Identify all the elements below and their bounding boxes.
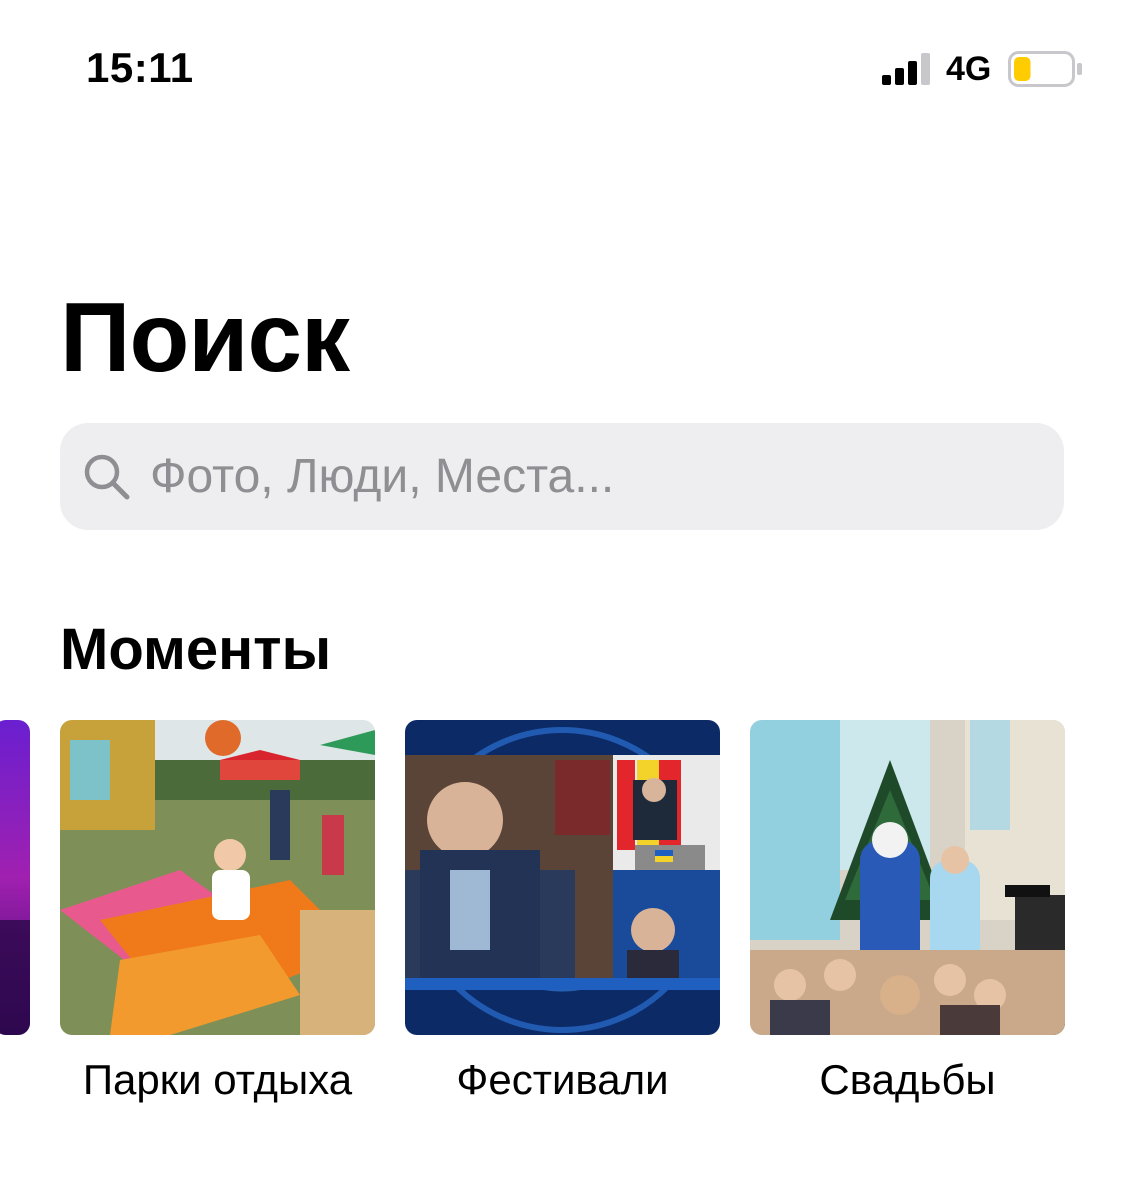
page-title: Поиск — [60, 282, 350, 392]
moment-thumbnail-parks[interactable] — [60, 720, 375, 1035]
search-icon — [84, 454, 130, 499]
moment-label-weddings[interactable]: Свадьбы — [735, 1056, 1080, 1104]
moment-thumbnail-previous[interactable] — [0, 720, 30, 1035]
moment-label-parks[interactable]: Парки отдыха — [45, 1056, 390, 1104]
battery-icon — [1008, 51, 1082, 87]
battery-level-fill — [1014, 57, 1031, 81]
status-time: 15:11 — [86, 44, 194, 91]
network-type: 4G — [946, 50, 992, 88]
moment-thumbnail-festivals[interactable] — [405, 720, 720, 1035]
search-field[interactable] — [60, 423, 1064, 530]
moment-thumbnail-weddings[interactable] — [750, 720, 1065, 1035]
moments-section-title: Моменты — [60, 617, 332, 682]
search-input[interactable] — [150, 449, 1030, 504]
moment-label-festivals[interactable]: Фестивали — [390, 1056, 735, 1104]
cellular-signal-icon — [882, 53, 930, 85]
